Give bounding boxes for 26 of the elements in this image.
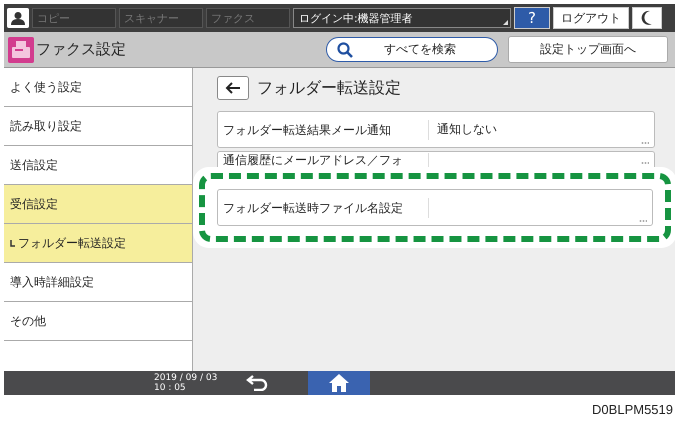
setting-row[interactable]: フォルダー転送時ファイル名設定: [217, 189, 653, 226]
search-icon: [337, 42, 353, 58]
page-title: フォルダー転送設定: [257, 78, 401, 98]
date-time: 2019 / 09 / 03 10 : 05: [154, 373, 218, 393]
sidebar-item[interactable]: 受信設定: [4, 185, 192, 224]
logout-button[interactable]: ログアウト: [553, 7, 629, 29]
fax-icon: [8, 36, 34, 62]
screen-title: ファクス設定: [36, 40, 126, 59]
help-button[interactable]: ?: [514, 7, 550, 29]
home-button[interactable]: [308, 371, 370, 395]
sub-item-icon: [10, 240, 15, 246]
login-status[interactable]: ログイン中:機器管理者: [293, 8, 511, 28]
return-icon[interactable]: [246, 375, 268, 391]
corner-mark-icon: [503, 20, 508, 25]
back-button[interactable]: [217, 76, 249, 100]
user-icon[interactable]: [7, 8, 29, 28]
back-arrow-icon: [225, 82, 241, 94]
energy-saver-button[interactable]: [632, 7, 662, 29]
setting-row[interactable]: フォルダー転送結果メール通知 通知しない: [217, 111, 655, 148]
sidebar-item[interactable]: フォルダー転送設定: [4, 224, 192, 263]
home-icon: [328, 373, 350, 393]
figure-code: D0BLPM5519: [592, 402, 673, 417]
setting-row[interactable]: 通信履歴にメールアドレス／フォ: [217, 151, 655, 167]
settings-top-button[interactable]: 設定トップ画面へ: [508, 36, 668, 63]
moon-icon: [641, 10, 653, 26]
search-button[interactable]: すべてを検索: [326, 37, 498, 62]
